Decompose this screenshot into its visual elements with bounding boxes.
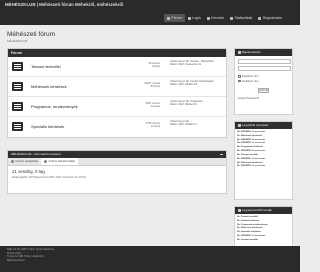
forum-icon — [12, 62, 23, 71]
forum-row: Méhészek kérdések 10647 üzenet 85 téma U… — [8, 77, 226, 97]
users-icon — [44, 160, 48, 163]
forum-link[interactable]: Programok, rendezvények — [31, 104, 78, 110]
collapse-icon[interactable] — [220, 153, 223, 155]
recent-post[interactable]: Re: KRUMPLI: ki merre tart — [237, 165, 290, 168]
recent-post[interactable]: Re: KRUMPLI: ki merre tart — [237, 131, 290, 134]
home-icon — [167, 16, 170, 20]
popular-topic[interactable]: Re: Tavaszi teendők — [237, 239, 290, 242]
forum-stats: 3097 üzenet 42 téma — [145, 102, 160, 109]
footer-line[interactable]: SMF 2.0.19 | SMF © 2021, Simple Machines — [7, 248, 293, 252]
login-box: Bejelentkezés Emlékezz rám Emlékezz rám … — [234, 48, 293, 115]
username-field[interactable] — [238, 59, 291, 64]
chat-icon — [238, 124, 241, 127]
forum-icon — [12, 102, 23, 111]
popular-topic[interactable]: Re: KRUMPLI: ki merre tart — [237, 235, 290, 238]
forum-last-post[interactable]: Utolsó üzenet: Re: Kezdeti... Méhészklub… — [170, 60, 226, 67]
checkbox-icon — [238, 79, 241, 83]
recent-post[interactable]: Re: Tavaszi teendők — [237, 154, 290, 157]
info-center-header: MÉHÉSZKLUB - Információs központ — [8, 151, 226, 158]
checkbox-icon — [238, 75, 241, 78]
info-center: MÉHÉSZKLUB - Információs központ Fórum s… — [7, 150, 227, 194]
info-tabs: Fórum statisztika Online felhasználók — [8, 158, 226, 166]
popular-topic[interactable]: Re: Kezdeti kérdések — [237, 220, 290, 223]
forum-link[interactable]: Méhészek kérdések — [31, 84, 67, 90]
stats-icon — [230, 16, 234, 20]
page-title: Méhészeti fórum — [7, 31, 56, 38]
nav-item-login[interactable]: Login — [185, 14, 204, 22]
popular-topics-header: Legnépszerűbb témák — [235, 207, 292, 214]
footer-line[interactable]: Privacy Policy — [7, 252, 293, 256]
recent-posts-box: Legutóbbi üzenetek Re: KRUMPLI: ki merre… — [234, 121, 293, 200]
nav-item-search[interactable]: Keresés — [204, 14, 227, 22]
forum-row: Tavaszi teendők! 36 üzenet 8 téma Utolsó… — [8, 57, 226, 77]
footer: SMF 2.0.19 | SMF © 2021, Simple Machines… — [0, 246, 300, 272]
recent-posts-header: Legutóbbi üzenetek — [235, 122, 292, 129]
forum-row: Speciális kérdések 3790 üzenet 12 téma U… — [8, 117, 226, 137]
forum-list: Fórum Tavaszi teendők! 36 üzenet 8 téma … — [7, 48, 227, 138]
popular-topic[interactable]: Re: Programok rendezvények — [237, 224, 290, 227]
popular-topic[interactable]: Re: Méhészek kérdéseik — [237, 227, 290, 230]
forum-link[interactable]: Tavaszi teendők! — [31, 64, 61, 70]
recent-post[interactable]: Re: KRUMPLI: ki merre tart — [237, 158, 290, 161]
forum-last-post[interactable]: Utolsó üzenet: Re: Programok... Dátum: 2… — [170, 100, 226, 107]
forum-last-post[interactable]: Utolsó üzenet: Re: Kezdeti méhészkedés D… — [170, 80, 226, 87]
forum-list-header: Fórum — [8, 49, 226, 57]
nav-item-stats[interactable]: Statisztikák — [227, 14, 255, 22]
popular-topic[interactable]: Re: Speciális kérdések — [237, 231, 290, 234]
login-header: Bejelentkezés — [235, 49, 292, 56]
recent-post[interactable]: Re: Programok kérdések — [237, 146, 290, 149]
nav-item-forum[interactable]: Fórum — [164, 14, 185, 22]
top-bar: MÉHÉSZKLUB | Méhészeti fórum Méhekről, m… — [0, 0, 300, 25]
remember-me-checkbox-2[interactable]: Emlékezz rám — [238, 80, 289, 83]
tab-online-users[interactable]: Online felhasználók — [41, 158, 78, 165]
main-nav: Fórum Login Keresés Statisztikák Regiszt… — [164, 14, 285, 22]
forum-icon — [12, 82, 23, 91]
key-icon — [187, 16, 191, 20]
stats-icon — [11, 160, 14, 163]
search-icon — [206, 16, 210, 20]
forum-stats: 36 üzenet 8 téma — [148, 62, 160, 69]
popular-topic[interactable]: Re: Tavaszi teendők — [237, 216, 290, 219]
recent-post[interactable]: Re: KRUMPLI: ki merre tart — [237, 150, 290, 153]
footer-line[interactable]: Theme by SMF Tricks | JavaScript — [7, 255, 293, 259]
recent-post[interactable]: Re: KRUMPLI: ki merre tart — [237, 139, 290, 142]
remember-me-checkbox[interactable]: Emlékezz rám — [238, 75, 289, 78]
recent-post[interactable]: Re: Méhészek kérdéseik — [237, 162, 290, 165]
user-plus-icon — [258, 16, 262, 20]
online-count: 21 vendég, 0 tag — [12, 169, 45, 174]
footer-line: Méhészeti fórum — [7, 259, 25, 263]
password-field[interactable] — [238, 66, 291, 71]
forum-icon — [12, 122, 23, 131]
forum-stats: 10647 üzenet 85 téma — [144, 82, 160, 89]
forum-stats: 3790 üzenet 12 téma — [145, 122, 160, 129]
breadcrumb[interactable]: MÉHÉSZKLUB — [7, 39, 27, 44]
site-brand[interactable]: MÉHÉSZKLUB | Méhészeti fórum Méhekről, m… — [5, 2, 123, 7]
forgot-password-link[interactable]: Forgot Password? — [238, 97, 289, 100]
tab-forum-stats[interactable]: Fórum statisztika — [8, 158, 41, 165]
recent-post[interactable]: Re: KRUMPLI: ki merre tart — [237, 142, 290, 145]
online-record: Eddig legtöbb: 287 (Szeptember 2023. 202… — [12, 176, 86, 180]
user-icon — [238, 51, 241, 54]
recent-post[interactable]: Re: Méhészek kérdéseik — [237, 135, 290, 138]
forum-link[interactable]: Speciális kérdések — [31, 124, 64, 130]
star-icon — [238, 209, 241, 212]
login-button[interactable]: LOG IN — [258, 87, 269, 93]
forum-last-post[interactable]: Utolsó üzenet: Re: ... Dátum: 2023. Októ… — [170, 120, 226, 127]
sidebar: Bejelentkezés Emlékezz rám Emlékezz rám … — [234, 48, 293, 261]
nav-item-register[interactable]: Regisztráció — [255, 14, 285, 22]
forum-row: Programok, rendezvények 3097 üzenet 42 t… — [8, 97, 226, 117]
